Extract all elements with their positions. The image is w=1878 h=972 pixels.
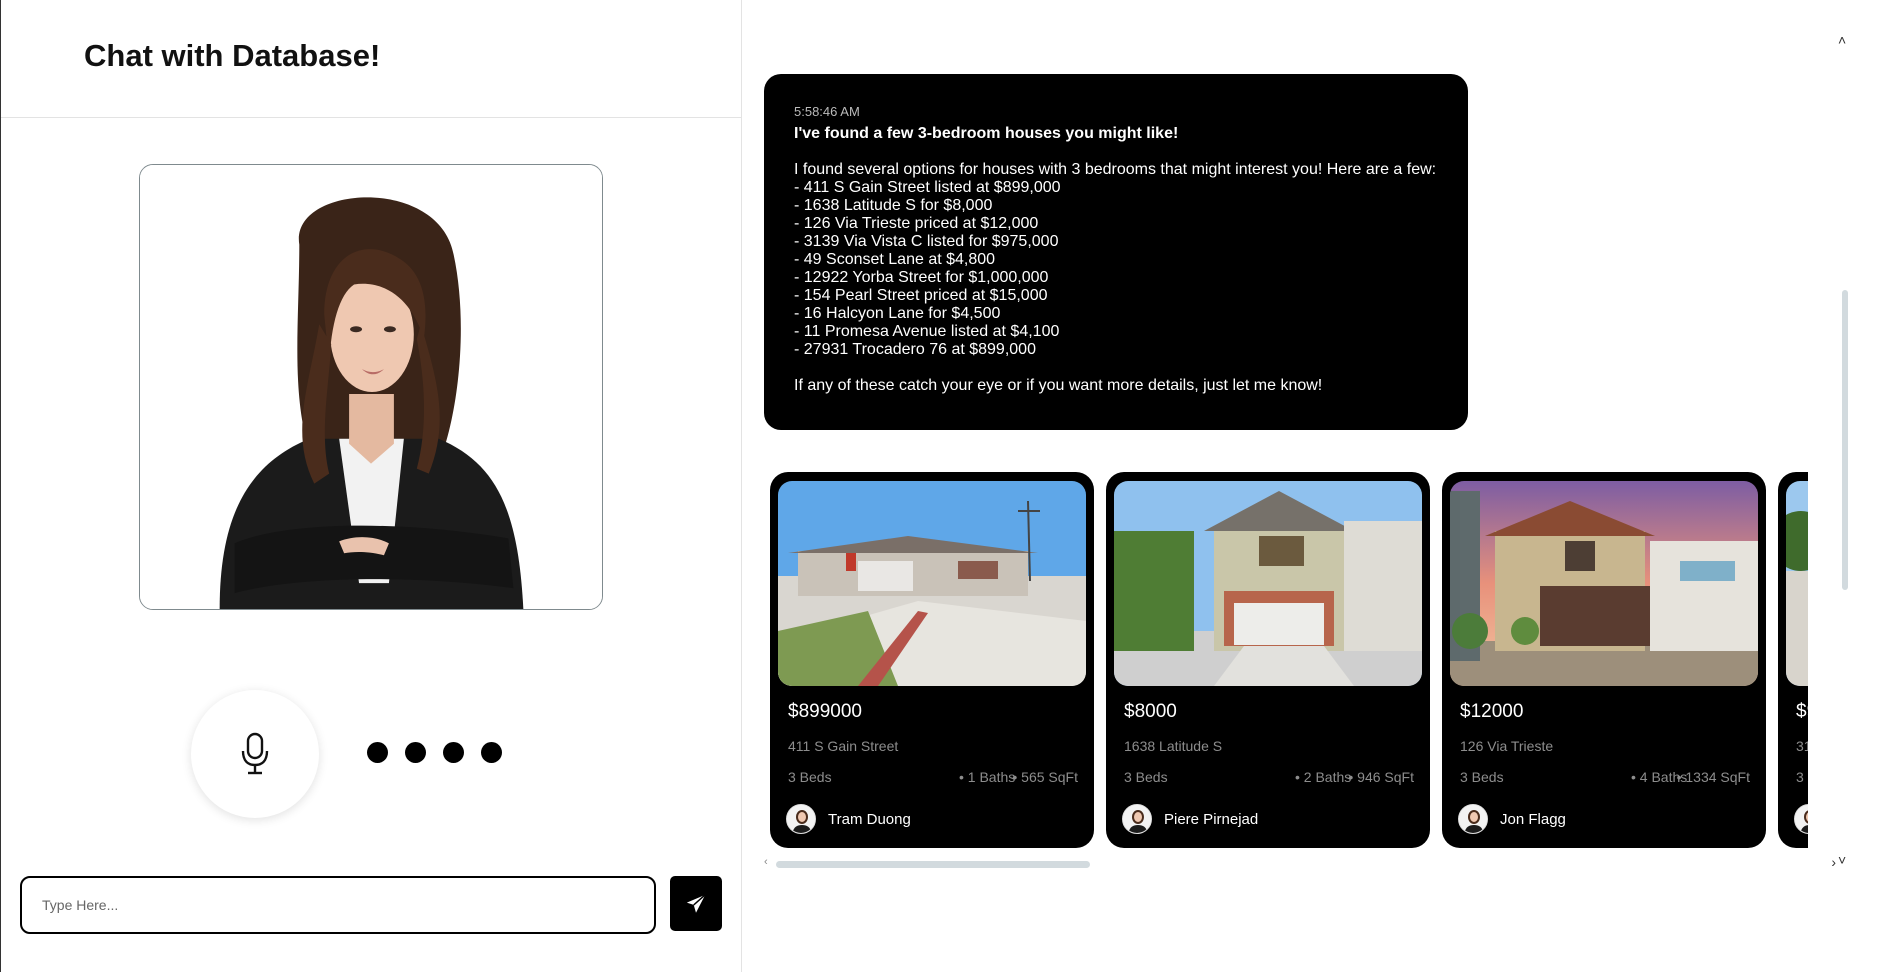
listing-card[interactable]: $9 313 3 B [1778,472,1808,848]
message-list-item: - 49 Sconset Lane at $4,800 [794,251,996,268]
agent-avatar [1458,804,1488,834]
message-list-item: - 27931 Trocadero 76 at $899,000 [794,341,1036,358]
house-photo-image [1450,481,1758,686]
listing-photo [1786,481,1808,686]
listing-photo [1450,481,1758,686]
listing-photo [1114,481,1422,686]
listing-photo [778,481,1086,686]
page-title: Chat with Database! [84,38,381,73]
microphone-button[interactable] [191,690,319,818]
message-outro: If any of these catch your eye or if you… [794,377,1323,394]
listing-price: $12000 [1460,701,1524,722]
message-list-item: - 126 Via Trieste priced at $12,000 [794,215,1039,232]
horizontal-scrollbar[interactable]: ‹ › [764,854,1836,870]
agent-avatar [1794,804,1808,834]
house-photo-image [778,481,1086,686]
listing-beds: 3 B [1796,769,1808,785]
listing-baths: • 2 Baths [1295,769,1352,785]
message-list-item: - 16 Halcyon Lane for $4,500 [794,305,1001,322]
message-title: I've found a few 3-bedroom houses you mi… [794,125,1179,142]
listing-sqft: • 1334 SqFt [1676,769,1750,785]
listings-carousel[interactable]: $899000 411 S Gain Street 3 Beds • 1 Bat… [770,468,1808,850]
activity-dot [405,742,426,763]
paper-plane-icon [686,893,706,913]
assistant-message: 5:58:46 AM I've found a few 3-bedroom ho… [764,74,1468,430]
listing-sqft: • 565 SqFt [1012,769,1078,785]
send-button[interactable] [670,876,722,931]
chevron-up-icon[interactable]: ˄ [1838,32,1846,48]
listing-price: $8000 [1124,701,1177,722]
agent-name: Jon Flagg [1500,811,1566,828]
listing-address: 126 Via Trieste [1460,738,1554,754]
app-root: Chat with Database! Type Here... 5:58:46… [0,0,1878,972]
chat-panel: 5:58:46 AM I've found a few 3-bedroom ho… [742,0,1878,972]
listing-card[interactable]: $8000 1638 Latitude S 3 Beds • 2 Baths •… [1106,472,1430,848]
chevron-left-icon[interactable]: ‹ [764,856,768,868]
chat-input[interactable] [20,876,656,934]
agent-avatar [1122,804,1152,834]
listing-sqft: • 946 SqFt [1348,769,1414,785]
message-list-item: - 12922 Yorba Street for $1,000,000 [794,269,1049,286]
vertical-scrollbar-thumb[interactable] [1842,290,1848,590]
listing-beds: 3 Beds [788,769,832,785]
listing-price: $899000 [788,701,862,722]
agent-name: Tram Duong [828,811,911,828]
chevron-right-icon[interactable]: › [1831,854,1836,870]
listing-beds: 3 Beds [1124,769,1168,785]
chevron-down-icon[interactable]: ˅ [1838,852,1846,868]
message-list-item: - 11 Promesa Avenue listed at $4,100 [794,323,1060,340]
agent-avatar [786,804,816,834]
assistant-avatar [139,164,603,610]
listing-address: 1638 Latitude S [1124,738,1223,754]
agent-name: Piere Pirnejad [1164,811,1259,828]
microphone-icon [241,732,269,775]
house-photo-image [1114,481,1422,686]
activity-dot [481,742,502,763]
listing-beds: 3 Beds [1460,769,1504,785]
activity-dot [443,742,464,763]
listing-address: 313 [1796,738,1808,754]
listing-baths: • 1 Baths [959,769,1016,785]
voice-activity-indicator [367,742,502,764]
message-timestamp: 5:58:46 AM [794,104,860,119]
left-panel: Chat with Database! [0,0,742,972]
listing-price: $9 [1796,701,1808,722]
listing-card[interactable]: $899000 411 S Gain Street 3 Beds • 1 Bat… [770,472,1094,848]
message-list-item: - 411 S Gain Street listed at $899,000 [794,179,1061,196]
listing-address: 411 S Gain Street [788,738,899,754]
message-list-item: - 1638 Latitude S for $8,000 [794,197,993,214]
header: Chat with Database! [1,0,741,118]
house-photo-image [1786,481,1808,686]
activity-dot [367,742,388,763]
message-list-item: - 3139 Via Vista C listed for $975,000 [794,233,1059,250]
assistant-portrait-image [140,165,602,609]
message-list-item: - 154 Pearl Street priced at $15,000 [794,287,1048,304]
message-intro: I found several options for houses with … [794,161,1437,178]
horizontal-scrollbar-thumb[interactable] [776,861,1090,868]
listing-card[interactable]: $12000 126 Via Trieste 3 Beds • 4 Baths … [1442,472,1766,848]
